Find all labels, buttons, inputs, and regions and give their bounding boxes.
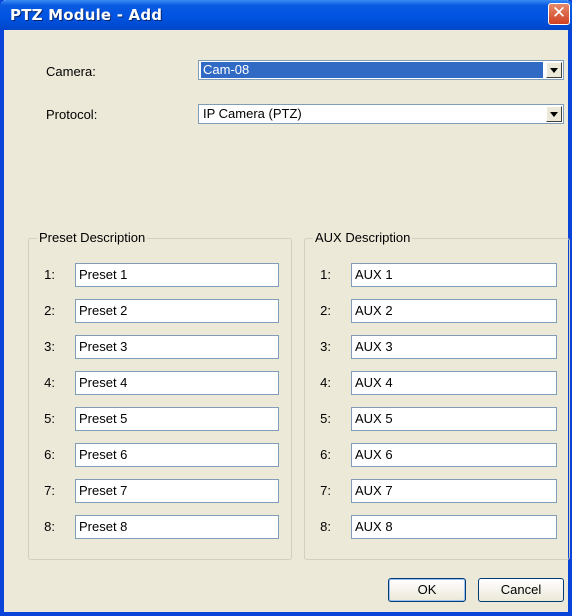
close-icon: ✕ <box>551 3 567 23</box>
preset-row-number: 1: <box>44 267 55 282</box>
preset-group-legend: Preset Description <box>37 230 148 245</box>
preset-description-field[interactable]: Preset 5 <box>75 407 279 431</box>
ok-button[interactable]: OK <box>388 578 466 602</box>
preset-row-number: 7: <box>44 483 55 498</box>
close-button[interactable]: ✕ <box>548 3 570 25</box>
chevron-down-icon[interactable] <box>546 106 562 122</box>
aux-group-legend: AUX Description <box>313 230 413 245</box>
aux-description-field[interactable]: AUX 4 <box>351 371 557 395</box>
chevron-down-icon[interactable] <box>546 62 562 78</box>
aux-row-number: 2: <box>320 303 331 318</box>
preset-description-group: Preset Description 1: Preset 1 2: Preset 2 3… <box>28 230 292 560</box>
aux-row-number: 5: <box>320 411 331 426</box>
aux-description-field[interactable]: AUX 3 <box>351 335 557 359</box>
preset-description-field[interactable]: Preset 1 <box>75 263 279 287</box>
dialog-body: Camera: Cam-08 Protocol: IP Camera (PTZ)… <box>4 30 570 612</box>
preset-description-field[interactable]: Preset 6 <box>75 443 279 467</box>
aux-description-field[interactable]: AUX 5 <box>351 407 557 431</box>
aux-row-number: 3: <box>320 339 331 354</box>
aux-row-number: 1: <box>320 267 331 282</box>
aux-description-field[interactable]: AUX 1 <box>351 263 557 287</box>
preset-description-field[interactable]: Preset 8 <box>75 515 279 539</box>
preset-row-number: 8: <box>44 519 55 534</box>
preset-description-field[interactable]: Preset 4 <box>75 371 279 395</box>
protocol-label: Protocol: <box>46 107 98 122</box>
aux-description-field[interactable]: AUX 6 <box>351 443 557 467</box>
cancel-button[interactable]: Cancel <box>478 578 564 602</box>
camera-value: Cam-08 <box>201 62 543 78</box>
title-bar[interactable]: PTZ Module - Add ✕ <box>0 0 572 30</box>
camera-label: Camera: <box>46 64 96 79</box>
aux-row-number: 4: <box>320 375 331 390</box>
aux-description-field[interactable]: AUX 7 <box>351 479 557 503</box>
camera-select[interactable]: Cam-08 <box>198 60 564 80</box>
preset-description-field[interactable]: Preset 3 <box>75 335 279 359</box>
preset-description-field[interactable]: Preset 7 <box>75 479 279 503</box>
aux-row-number: 8: <box>320 519 331 534</box>
preset-description-field[interactable]: Preset 2 <box>75 299 279 323</box>
preset-row-number: 2: <box>44 303 55 318</box>
preset-row-number: 5: <box>44 411 55 426</box>
aux-description-group: AUX Description 1: AUX 1 2: AUX 2 3: AUX 3 4: A… <box>304 230 570 560</box>
dialog-window: PTZ Module - Add ✕ Camera: Cam-08 Protoc… <box>0 0 572 616</box>
window-title: PTZ Module - Add <box>10 6 163 24</box>
aux-row-number: 7: <box>320 483 331 498</box>
preset-row-number: 4: <box>44 375 55 390</box>
aux-description-field[interactable]: AUX 8 <box>351 515 557 539</box>
protocol-select[interactable]: IP Camera (PTZ) <box>198 104 564 124</box>
aux-description-field[interactable]: AUX 2 <box>351 299 557 323</box>
preset-row-number: 3: <box>44 339 55 354</box>
aux-row-number: 6: <box>320 447 331 462</box>
protocol-value: IP Camera (PTZ) <box>203 106 302 121</box>
preset-row-number: 6: <box>44 447 55 462</box>
